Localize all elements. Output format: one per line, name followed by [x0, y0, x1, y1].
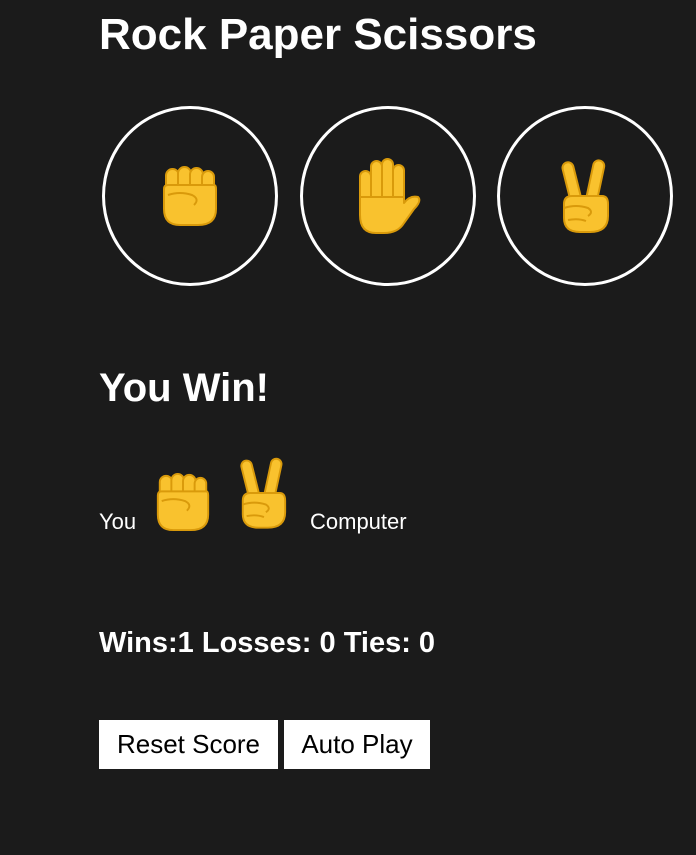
you-pick: [153, 472, 213, 537]
victory-hand-icon: [240, 457, 287, 529]
raised-hand-icon: [359, 158, 421, 234]
moves-display: You Computer: [99, 456, 499, 536]
you-label: You: [99, 509, 137, 534]
rock-button[interactable]: [102, 106, 278, 286]
raised-fist-icon: [163, 166, 217, 226]
victory-hand-icon: [561, 159, 609, 233]
computer-pick: [237, 456, 289, 535]
scissors-button[interactable]: [497, 106, 673, 286]
computer-label: Computer: [310, 509, 407, 534]
page-title: Rock Paper Scissors: [99, 10, 537, 59]
score-text: Wins:1 Losses: 0 Ties: 0: [99, 627, 436, 659]
raised-fist-icon: [156, 472, 210, 532]
paper-button[interactable]: [300, 106, 476, 286]
rock-paper-scissors-page: Rock Paper Scissors You Win! You Compute…: [0, 0, 696, 855]
result-text: You Win!: [99, 366, 269, 410]
auto-play-button[interactable]: Auto Play: [284, 720, 430, 769]
reset-score-button[interactable]: Reset Score: [99, 720, 278, 769]
